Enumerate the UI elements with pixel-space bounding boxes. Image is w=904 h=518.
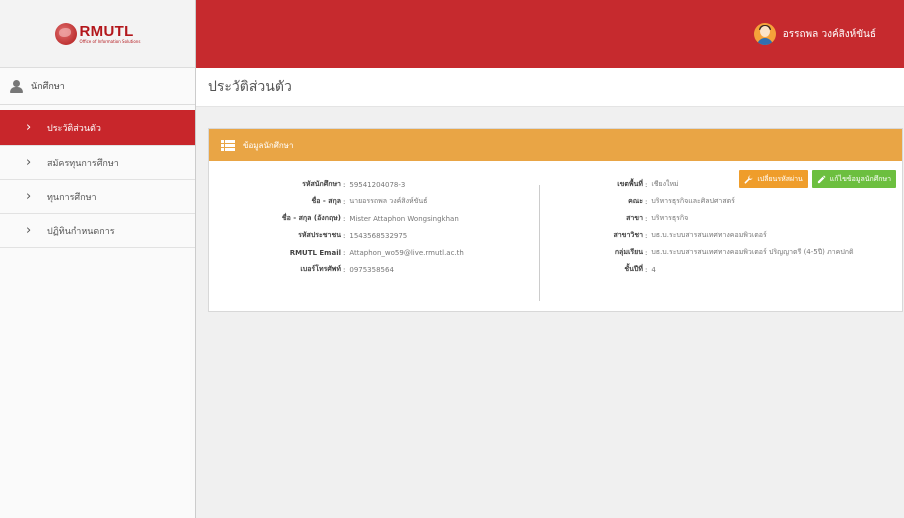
logo-text: RMUTL — [79, 22, 134, 40]
chevron-right-icon: › — [26, 223, 32, 238]
wrench-icon — [744, 175, 753, 184]
change-password-button[interactable]: เปลี่ยนรหัสผ่าน — [739, 170, 808, 188]
change-password-label: เปลี่ยนรหัสผ่าน — [757, 174, 803, 183]
info-row-name: ชื่อ - สกุล: นายอรรถพล วงค์สิงห์ขันธ์ — [311, 197, 428, 206]
logo-subtitle: Office of Information Solutions — [79, 38, 141, 44]
page-title: ประวัติส่วนตัว — [208, 79, 292, 95]
info-row-citizen-id: รหัสประชาชน:1543568532975 — [298, 231, 408, 240]
sidebar-item-label: ทุนการศึกษา — [47, 192, 97, 203]
sidebar-user: นักศึกษา — [0, 68, 195, 105]
info-row-year: ชั้นปีที่:4 — [624, 265, 656, 274]
chevron-right-icon: › — [26, 120, 32, 135]
info-row-student-id: รหัสนักศึกษา:59541204078-3 — [302, 180, 406, 189]
sidebar-item-apply-scholarship[interactable]: › สมัครทุนการศึกษา — [0, 146, 195, 180]
column-divider — [539, 185, 540, 301]
logo-area: RMUTL Office of Information Solutions — [0, 0, 195, 68]
sidebar-item-label: ปฏิทินกำหนดการ — [47, 226, 115, 237]
sidebar-item-calendar[interactable]: › ปฏิทินกำหนดการ — [0, 214, 195, 248]
edit-info-label: แก้ไขข้อมูลนักศึกษา — [829, 174, 891, 183]
page-title-bar: ประวัติส่วนตัว — [196, 68, 904, 107]
logo-icon — [54, 22, 77, 45]
sidebar-item-profile[interactable]: › ประวัติส่วนตัว — [0, 110, 195, 146]
info-row-campus: เขตพื้นที่: เชียงใหม่ — [617, 180, 679, 189]
student-info-panel: ข้อมูลนักศึกษา เปลี่ยนรหัสผ่าน แก้ไขข้อม… — [208, 128, 903, 312]
header-user-name[interactable]: อรรถพล วงค์สิงห์ขันธ์ — [783, 27, 876, 42]
chevron-right-icon: › — [26, 189, 32, 204]
chevron-right-icon: › — [26, 155, 32, 170]
sidebar-menu: › ประวัติส่วนตัว › สมัครทุนการศึกษา › ทุ… — [0, 110, 195, 248]
top-bar: อรรถพล วงค์สิงห์ขันธ์ — [196, 0, 904, 68]
panel-title: ข้อมูลนักศึกษา — [243, 140, 294, 150]
info-row-faculty: คณะ: บริหารธุรกิจและศิลปศาสตร์ — [628, 197, 735, 206]
sidebar-item-scholarships[interactable]: › ทุนการศึกษา — [0, 180, 195, 214]
info-row-study-group: กลุ่มเรียน: บธ.บ.ระบบสารสนเทศทางคอมพิวเตอ… — [614, 248, 854, 257]
sidebar-item-label: สมัครทุนการศึกษา — [47, 158, 119, 169]
avatar-icon[interactable] — [753, 23, 776, 45]
sidebar-item-label: ประวัติส่วนตัว — [47, 123, 101, 134]
logo[interactable]: RMUTL Office of Information Solutions — [54, 22, 141, 45]
user-role: นักศึกษา — [31, 82, 65, 92]
info-row-major: สาขาวิชา: บธ.บ.ระบบสารสนเทศทางคอมพิวเตอร์ — [613, 231, 767, 240]
sidebar: RMUTL Office of Information Solutions นั… — [0, 0, 196, 518]
info-row-email: RMUTL Email: Attaphon_wo59@live.rmutl.ac.… — [289, 248, 464, 257]
panel-header: ข้อมูลนักศึกษา — [209, 129, 902, 161]
info-row-phone: เบอร์โทรศัพท์:0975358564 — [300, 265, 394, 274]
edit-info-button[interactable]: แก้ไขข้อมูลนักศึกษา — [811, 170, 896, 188]
pencil-icon — [817, 175, 826, 183]
list-icon — [221, 139, 235, 151]
info-row-department: สาขา: บริหารธุรกิจ — [626, 214, 689, 223]
user-icon — [10, 79, 23, 93]
info-row-name-en: ชื่อ - สกุล (อังกฤษ): Mister Attaphon Won… — [281, 214, 459, 223]
